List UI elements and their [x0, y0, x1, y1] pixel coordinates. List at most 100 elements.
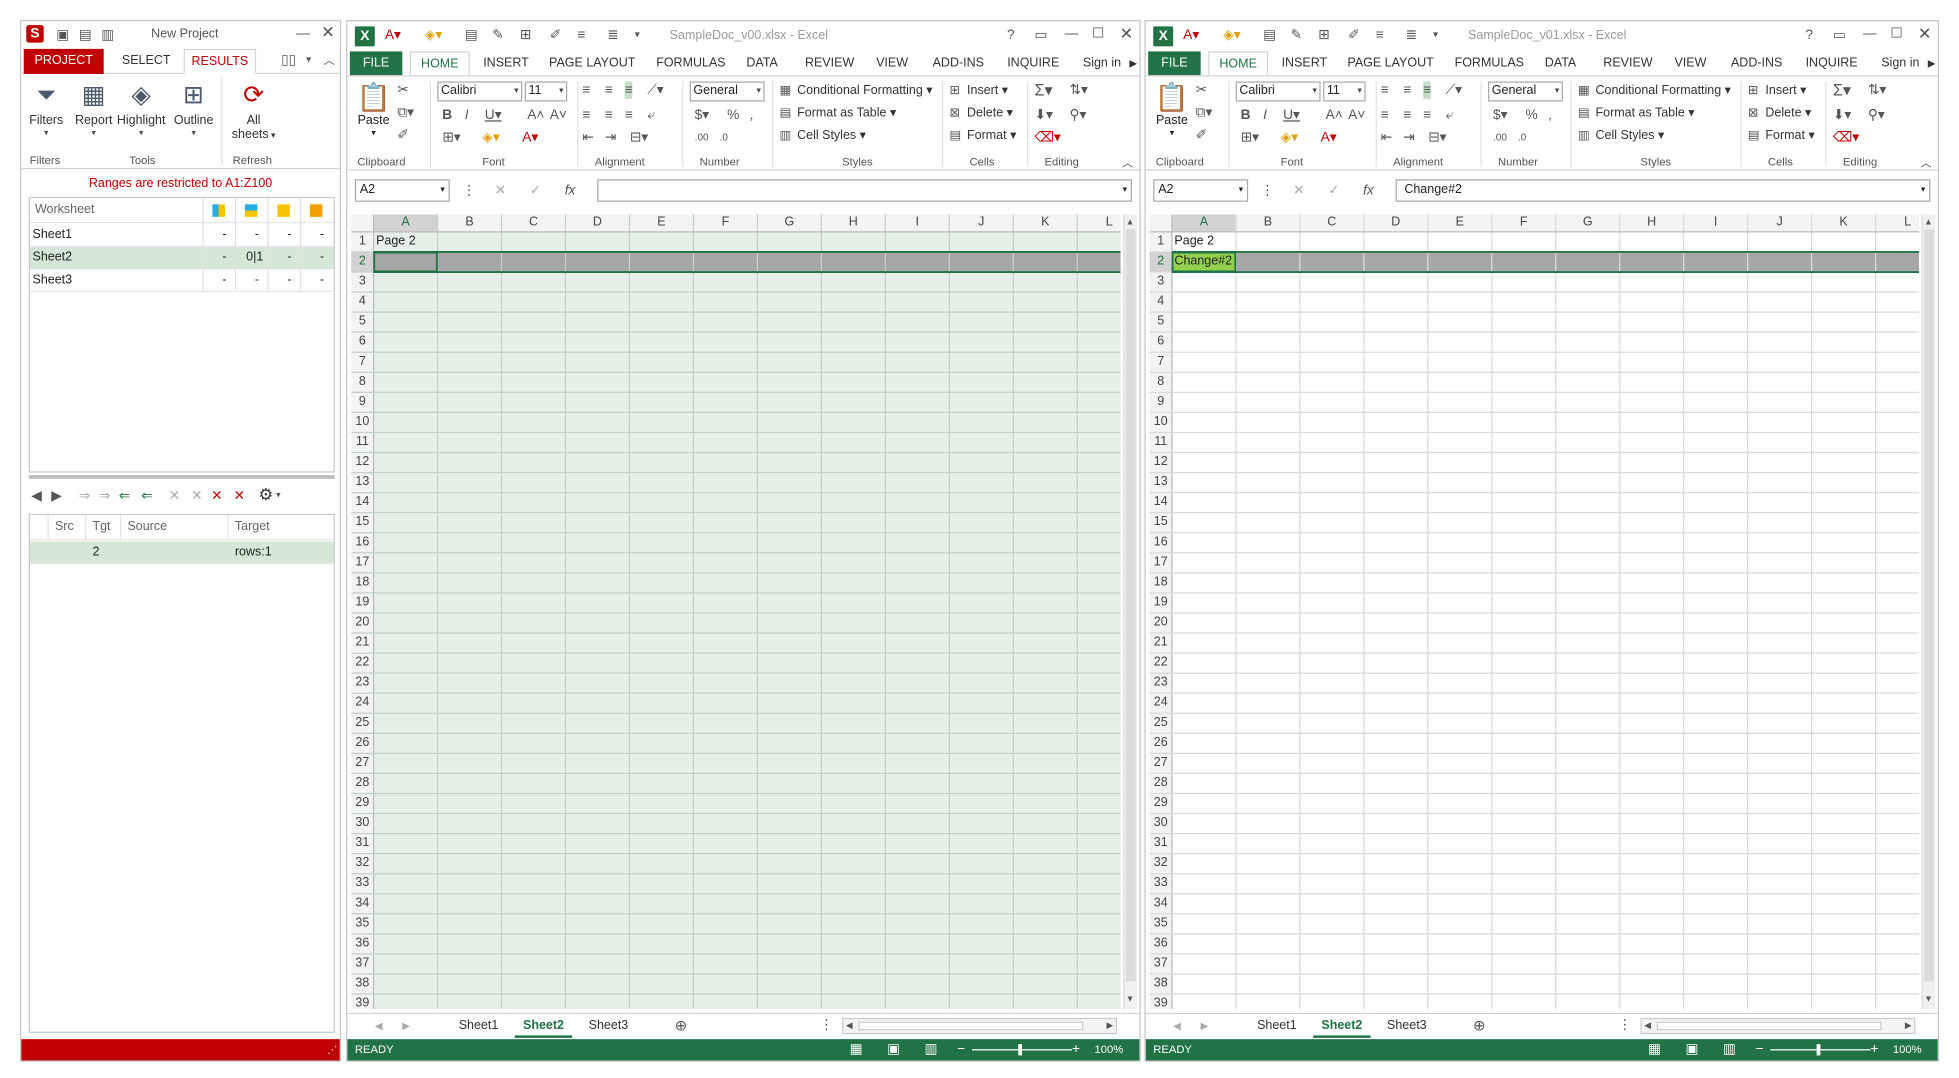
cell-styles-button[interactable]: ▥ Cell Styles ▾ — [1578, 129, 1664, 143]
wrap-text-icon[interactable]: ⤶ — [647, 107, 655, 125]
scroll-left-icon[interactable]: ◀ — [846, 1018, 853, 1036]
sheet-tab-sheet3[interactable]: Sheet3 — [580, 1014, 637, 1038]
row-header[interactable]: 32 — [351, 854, 373, 873]
minimize-icon[interactable]: — — [1064, 25, 1078, 43]
font-name-combo[interactable]: Calibri ▾ — [1235, 81, 1321, 102]
column-header[interactable]: I — [1684, 214, 1748, 232]
row-header[interactable]: 28 — [351, 773, 373, 792]
sort-filter-icon[interactable]: ⇅▾ — [1069, 81, 1087, 99]
close-icon[interactable]: ✕ — [321, 23, 335, 42]
row-header[interactable]: 4 — [351, 292, 373, 311]
cut-icon[interactable]: ✂ — [397, 81, 409, 99]
resize-grip-icon[interactable]: ⋰ — [327, 1042, 337, 1060]
result-row[interactable]: 2 rows:1 — [29, 541, 334, 565]
tab-file[interactable]: FILE — [349, 51, 403, 76]
increase-font-icon[interactable]: A˄ — [527, 107, 544, 125]
tab-view[interactable]: VIEW — [870, 51, 915, 75]
row-header[interactable]: 8 — [351, 372, 373, 391]
qat-dropdown-icon[interactable]: ▾ — [1433, 26, 1438, 44]
ribbon-options-icon[interactable]: ▭ — [1833, 26, 1846, 44]
font-color-icon[interactable]: A▾ — [385, 26, 401, 44]
row-header[interactable]: 16 — [1149, 533, 1171, 552]
clear-icon[interactable]: ⌫▾ — [1035, 129, 1061, 147]
vertical-scrollbar[interactable]: ▲ ▼ — [1123, 214, 1137, 1010]
row-header[interactable]: 7 — [351, 352, 373, 371]
page-layout-view-icon[interactable]: ▣ — [887, 1040, 900, 1058]
outline-button[interactable]: ⊞ Outline ▾ — [169, 79, 219, 137]
row-header[interactable]: 17 — [1149, 553, 1171, 572]
row-header[interactable]: 18 — [1149, 573, 1171, 592]
row-header[interactable]: 13 — [1149, 473, 1171, 492]
column-header[interactable]: H — [1620, 214, 1684, 232]
top-align-icon[interactable]: ≡ — [1381, 81, 1389, 99]
merge-icon[interactable]: ⊟▾ — [1428, 129, 1446, 147]
row-header[interactable]: 9 — [351, 392, 373, 411]
tab-page-layout[interactable]: PAGE LAYOUT — [545, 51, 640, 75]
zoom-in-icon[interactable]: + — [1072, 1040, 1080, 1058]
cell-a2[interactable]: Change#2 — [1174, 252, 1232, 271]
column-header[interactable]: I — [885, 214, 949, 232]
page-layout-view-icon[interactable]: ▣ — [1685, 1040, 1698, 1058]
orientation-icon[interactable]: ⟋▾ — [1446, 81, 1463, 99]
window-icon[interactable]: ▣ — [56, 26, 69, 44]
highlight-fill-icon[interactable]: ◈▾ — [1281, 129, 1298, 147]
sheet-tab-sheet3[interactable]: Sheet3 — [1378, 1014, 1435, 1038]
reject-all-icon[interactable]: ✕ — [234, 488, 246, 506]
layout-icon[interactable]: ▯▯ — [281, 51, 296, 69]
row-header[interactable]: 28 — [1149, 773, 1171, 792]
help-icon[interactable]: ? — [1805, 26, 1813, 44]
top-align-icon[interactable]: ≡ — [582, 81, 590, 99]
cancel-icon[interactable]: ✕ — [1293, 182, 1305, 200]
row-header[interactable]: 26 — [351, 733, 373, 752]
sort-filter-icon[interactable]: ⇅▾ — [1868, 81, 1886, 99]
row-header[interactable]: 1 — [1149, 232, 1171, 251]
align-icon[interactable]: ≡ — [1376, 26, 1384, 44]
row-header[interactable]: 2 — [1149, 252, 1171, 271]
column-left-icon[interactable] — [212, 204, 225, 217]
fill-color-icon[interactable]: ◈▾ — [425, 26, 442, 44]
paste-button[interactable]: 📋 Paste ▾ — [1153, 81, 1190, 137]
row-header[interactable]: 8 — [1149, 372, 1171, 391]
align-icon[interactable]: ≡ — [577, 26, 585, 44]
row-header[interactable]: 13 — [351, 473, 373, 492]
edit-icon[interactable]: ✎ — [1291, 26, 1303, 44]
cell-a1[interactable]: Page 2 — [1174, 232, 1214, 251]
normal-view-icon[interactable]: ▦ — [850, 1040, 863, 1058]
ribbon-options-icon[interactable]: ▭ — [1035, 26, 1048, 44]
delete-all-icon[interactable]: ✕ — [191, 488, 203, 506]
fill-icon[interactable]: ⬇▾ — [1035, 107, 1053, 125]
prev-sheet-icon[interactable]: ◀ — [375, 1018, 383, 1036]
format-painter-icon[interactable]: ✐ — [397, 127, 409, 145]
row-header[interactable]: 33 — [351, 874, 373, 893]
row-header[interactable]: 30 — [1149, 814, 1171, 833]
row-header[interactable]: 33 — [1149, 874, 1171, 893]
row-header[interactable]: 14 — [351, 493, 373, 512]
border-icon[interactable]: ⊞▾ — [442, 129, 460, 147]
sheet-tab-sheet1[interactable]: Sheet1 — [1248, 1014, 1305, 1038]
currency-icon[interactable]: $▾ — [1493, 107, 1508, 125]
autosum-icon[interactable]: Σ▾ — [1833, 81, 1851, 99]
row-header[interactable]: 38 — [1149, 974, 1171, 993]
format-painter-icon[interactable]: ✐ — [1196, 127, 1208, 145]
column-header[interactable]: F — [1492, 214, 1556, 232]
tab-data[interactable]: DATA — [740, 51, 785, 75]
font-size-combo[interactable]: 11 ▾ — [1323, 81, 1366, 102]
column-header[interactable]: A — [374, 214, 438, 232]
dropdown-icon[interactable]: ▾ — [306, 51, 311, 69]
decrease-font-icon[interactable]: A˅ — [550, 107, 567, 125]
prev-sheet-icon[interactable]: ◀ — [1173, 1018, 1181, 1036]
column-header[interactable]: H — [821, 214, 885, 232]
column-row-icon[interactable] — [244, 204, 258, 217]
worksheet-row[interactable]: Sheet3 - - - - — [29, 270, 334, 293]
minimize-icon[interactable]: — — [296, 25, 310, 43]
center-align-icon[interactable]: ≡ — [605, 107, 613, 125]
delete-button[interactable]: ⊠ Delete ▾ — [1748, 107, 1811, 121]
page-break-view-icon[interactable]: ▥ — [925, 1040, 938, 1058]
row-header[interactable]: 35 — [351, 914, 373, 933]
tab-page-layout[interactable]: PAGE LAYOUT — [1343, 51, 1438, 75]
row-header[interactable]: 6 — [351, 332, 373, 351]
column-header[interactable]: B — [438, 214, 502, 232]
row-header[interactable]: 11 — [1149, 432, 1171, 451]
tab-insert[interactable]: INSERT — [477, 51, 534, 75]
cut-icon[interactable]: ✂ — [1196, 81, 1208, 99]
